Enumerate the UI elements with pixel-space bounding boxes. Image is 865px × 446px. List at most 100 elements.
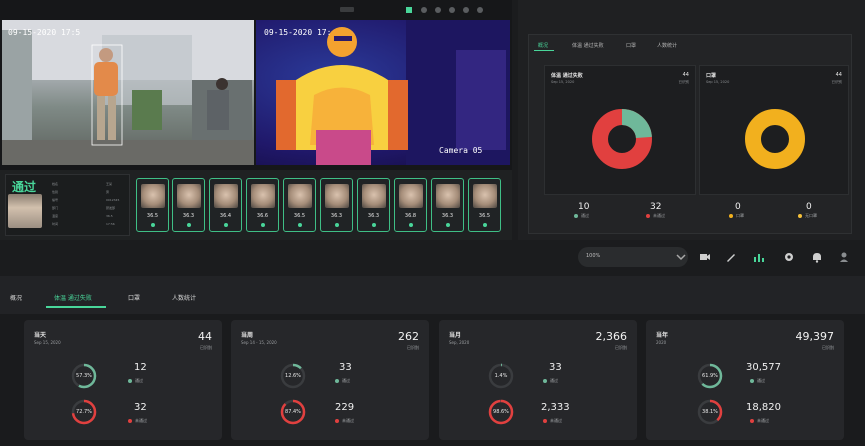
thermal-scene-image	[276, 20, 510, 165]
legend-dot	[574, 214, 578, 218]
legend-dot	[335, 379, 339, 383]
grid-layout-icon[interactable]	[406, 7, 412, 13]
edit-icon[interactable]	[724, 250, 738, 264]
card-date: 2020	[656, 340, 667, 345]
fail-value: 18,820	[746, 402, 781, 413]
face-thumbnail	[214, 184, 238, 208]
fail-ring-percent: 72.7%	[76, 409, 92, 415]
face-card[interactable]: 36.3	[172, 178, 205, 232]
legend-label: 未通过	[550, 418, 562, 423]
legend-dot	[798, 214, 802, 218]
face-card[interactable]: 36.3	[357, 178, 390, 232]
pass-value: 33	[339, 362, 352, 373]
info-row-value: 男	[106, 190, 110, 194]
pass-ring-percent: 61.9%	[702, 373, 718, 379]
face-temperature: 36.3	[367, 213, 380, 219]
face-card[interactable]: 36.3	[320, 178, 353, 232]
tab-people-count[interactable]: 人数统计	[657, 42, 677, 49]
face-card[interactable]: 36.3	[431, 178, 464, 232]
pass-ring-percent: 57.3%	[76, 373, 92, 379]
pass-label: 通过	[543, 378, 558, 384]
tab-overview[interactable]: 概况	[538, 42, 548, 49]
pass-label: 通过	[335, 378, 350, 384]
snapshot-icon[interactable]	[449, 7, 455, 13]
card-total-label: 已识别	[407, 345, 419, 350]
active-tab-indicator	[46, 306, 106, 308]
face-temperature: 36.4	[219, 213, 232, 219]
face-card[interactable]: 36.4	[209, 178, 242, 232]
face-temperature: 36.5	[293, 213, 306, 219]
fullscreen-icon[interactable]	[463, 7, 469, 13]
left-camera-timestamp: 09-15-2020 17:5	[8, 28, 81, 37]
record-icon[interactable]	[435, 7, 441, 13]
camera-toolbar	[330, 2, 510, 16]
status-dot	[261, 223, 265, 227]
status-dot	[298, 223, 302, 227]
toolbar-label-icon[interactable]	[340, 7, 354, 12]
donut-count-label: 已识别	[831, 80, 843, 84]
user-icon[interactable]	[838, 250, 852, 264]
card-total: 44	[198, 330, 212, 343]
legend-label: 通过	[757, 378, 765, 383]
tab-overview[interactable]: 概况	[10, 293, 22, 302]
stat-passed-value: 10	[578, 202, 590, 212]
tab-temperature[interactable]: 体温 通过失败	[54, 293, 92, 302]
temperature-donut-card: 体温 通过失败 Sep 15, 2020 44 已识别	[544, 65, 696, 195]
info-row-value: 36.5	[106, 214, 113, 218]
bell-icon[interactable]	[810, 250, 824, 264]
settings-icon[interactable]	[782, 250, 796, 264]
fail-value: 32	[134, 402, 147, 413]
layout-icon[interactable]	[421, 7, 427, 13]
face-temperature: 36.5	[146, 213, 159, 219]
camera-feed-thermal[interactable]: 09-15-2020 17: Camera 05	[256, 20, 510, 165]
chart-icon[interactable]	[752, 250, 766, 264]
face-thumbnail	[436, 184, 460, 208]
face-card[interactable]: 36.5	[283, 178, 316, 232]
mask-donut-chart	[745, 109, 805, 169]
stat-nomask-value: 0	[806, 202, 812, 212]
tab-mask[interactable]: 口罩	[626, 42, 636, 49]
legend-label: 未通过	[757, 418, 769, 423]
fail-label: 未通过	[335, 418, 354, 424]
stat-mask-label: 口罩	[729, 213, 744, 219]
pass-value: 33	[549, 362, 562, 373]
face-card[interactable]: 36.6	[246, 178, 279, 232]
stat-nomask-label: 无口罩	[798, 213, 817, 219]
face-card[interactable]: 36.8	[394, 178, 427, 232]
legend-dot	[543, 419, 547, 423]
card-title: 当年	[656, 332, 669, 339]
face-thumbnail	[288, 184, 312, 208]
card-date: Sep 15, 2020	[34, 340, 61, 345]
face-card[interactable]: 36.5	[136, 178, 169, 232]
tab-people-count[interactable]: 人数统计	[172, 293, 196, 302]
legend-dot	[128, 379, 132, 383]
stat-passed-label: 通过	[574, 213, 589, 219]
dashboard-root: 09-15-2020 17:5 09-15-2020 17: Camera 05…	[0, 0, 865, 446]
fail-label: 未通过	[128, 418, 147, 424]
face-thumbnail	[325, 184, 349, 208]
camera-icon[interactable]	[698, 250, 712, 264]
pass-status: 通过	[12, 180, 37, 194]
face-temperature: 36.3	[330, 213, 343, 219]
tab-temperature[interactable]: 体温 通过失败	[572, 42, 604, 49]
face-temperature: 36.3	[182, 213, 195, 219]
tab-mask[interactable]: 口罩	[128, 293, 140, 302]
pass-ring-percent: 1.4%	[494, 373, 508, 379]
stat-card-day: 当天 Sep 15, 2020 44 已识别 57.3% 12 通过 72.7%…	[24, 320, 222, 440]
face-temperature: 36.6	[256, 213, 269, 219]
donut-date: Sep 15, 2020	[706, 80, 730, 84]
face-card[interactable]: 36.5	[468, 178, 501, 232]
legend-dot	[128, 419, 132, 423]
status-dot	[151, 223, 155, 227]
stat-failed-value: 32	[650, 202, 662, 212]
card-total: 262	[398, 330, 419, 343]
pass-value: 12	[134, 362, 147, 373]
settings-icon[interactable]	[477, 7, 483, 13]
fail-label: 未通过	[750, 418, 769, 424]
stat-card-month: 当月 Sep, 2020 2,366 已识别 1.4% 33 通过 98.6% …	[439, 320, 637, 440]
camera-label: Camera 05	[439, 146, 483, 155]
chevron-down-icon[interactable]	[674, 250, 688, 264]
status-dot	[187, 223, 191, 227]
donut-count: 44	[835, 72, 842, 78]
camera-feed-visible[interactable]: 09-15-2020 17:5	[2, 20, 254, 165]
